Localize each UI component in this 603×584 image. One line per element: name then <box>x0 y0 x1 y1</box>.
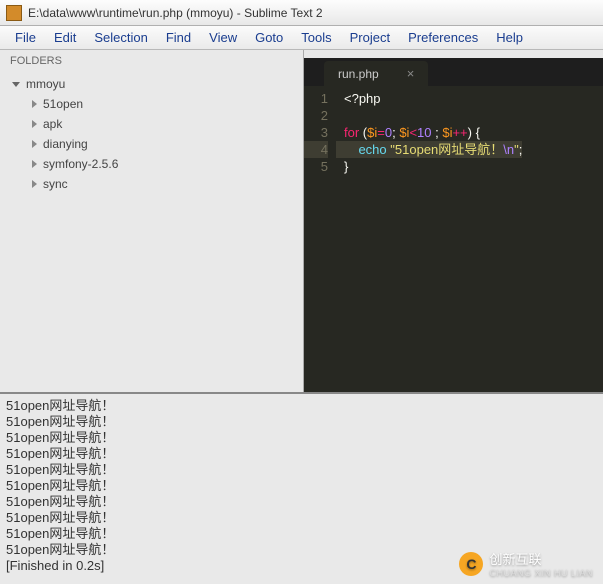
title-bar: E:\data\www\runtime\run.php (mmoyu) - Su… <box>0 0 603 26</box>
app-icon <box>6 5 22 21</box>
tree-label: symfony-2.5.6 <box>43 157 118 171</box>
chevron-right-icon <box>32 180 37 188</box>
code-area[interactable]: <?php for ($i=0; $i<10 ; $i++) { echo "5… <box>336 86 522 392</box>
chevron-right-icon <box>32 100 37 108</box>
menu-project[interactable]: Project <box>341 28 399 47</box>
menu-preferences[interactable]: Preferences <box>399 28 487 47</box>
watermark-logo-icon: C <box>459 552 483 576</box>
menu-edit[interactable]: Edit <box>45 28 85 47</box>
console-line: 51open网址导航！ <box>6 414 597 430</box>
tree-label: dianying <box>43 137 88 151</box>
tab-bar: run.php × <box>304 58 603 86</box>
code-token: for <box>344 125 359 140</box>
menu-tools[interactable]: Tools <box>292 28 340 47</box>
code-token: echo <box>358 142 386 157</box>
chevron-right-icon <box>32 120 37 128</box>
code-token: \n <box>503 142 514 157</box>
window-title: E:\data\www\runtime\run.php (mmoyu) - Su… <box>28 6 323 20</box>
code-token: "51open网址导航！ <box>390 142 503 157</box>
tree-label: sync <box>43 177 68 191</box>
console-line: 51open网址导航！ <box>6 446 597 462</box>
menu-help[interactable]: Help <box>487 28 532 47</box>
console-line: 51open网址导航！ <box>6 494 597 510</box>
main-area: FOLDERS mmoyu 51open apk dianying symfon… <box>0 50 603 394</box>
tree-label: 51open <box>43 97 83 111</box>
close-icon[interactable]: × <box>407 66 415 81</box>
code-token: 10 <box>417 125 431 140</box>
code-token: <?php <box>344 91 381 106</box>
tab-run-php[interactable]: run.php × <box>324 61 428 86</box>
menu-selection[interactable]: Selection <box>85 28 156 47</box>
console-line: 51open网址导航！ <box>6 398 597 414</box>
console-line: 51open网址导航！ <box>6 462 597 478</box>
tree-label: mmoyu <box>26 77 65 91</box>
tree-item[interactable]: 51open <box>0 94 303 114</box>
menu-bar: File Edit Selection Find View Goto Tools… <box>0 26 603 50</box>
tree-label: apk <box>43 117 62 131</box>
tree-item[interactable]: apk <box>0 114 303 134</box>
code-token: $i <box>367 125 377 140</box>
menu-file[interactable]: File <box>6 28 45 47</box>
line-number: 3 <box>304 124 328 141</box>
line-number: 5 <box>304 158 328 175</box>
line-number: 4 <box>304 141 328 158</box>
watermark: C 创新互联 CHUANG XIN HU LIAN <box>459 549 593 578</box>
sidebar: FOLDERS mmoyu 51open apk dianying symfon… <box>0 50 304 392</box>
tree-item[interactable]: symfony-2.5.6 <box>0 154 303 174</box>
tree-item[interactable]: sync <box>0 174 303 194</box>
console-line: 51open网址导航！ <box>6 430 597 446</box>
menu-goto[interactable]: Goto <box>246 28 292 47</box>
code-token: $i <box>399 125 409 140</box>
menu-find[interactable]: Find <box>157 28 200 47</box>
console-line: 51open网址导航！ <box>6 478 597 494</box>
code-token: 0 <box>385 125 392 140</box>
code-token: < <box>409 125 417 140</box>
code-token: $i <box>442 125 452 140</box>
line-number: 1 <box>304 90 328 107</box>
editor-pane: run.php × 1 2 3 4 5 <?php for ($i=0; $i<… <box>304 50 603 392</box>
tab-label: run.php <box>338 67 379 81</box>
sidebar-title: FOLDERS <box>0 50 303 72</box>
watermark-sub: CHUANG XIN HU LIAN <box>489 568 593 578</box>
code-editor[interactable]: 1 2 3 4 5 <?php for ($i=0; $i<10 ; $i++)… <box>304 86 603 392</box>
code-token: ++ <box>452 125 467 140</box>
line-number: 2 <box>304 107 328 124</box>
console-line: 51open网址导航！ <box>6 510 597 526</box>
chevron-down-icon <box>12 82 20 87</box>
tree-root[interactable]: mmoyu <box>0 74 303 94</box>
chevron-right-icon <box>32 140 37 148</box>
menu-view[interactable]: View <box>200 28 246 47</box>
tree-item[interactable]: dianying <box>0 134 303 154</box>
chevron-right-icon <box>32 160 37 168</box>
console-line: 51open网址导航！ <box>6 526 597 542</box>
folder-tree: mmoyu 51open apk dianying symfony-2.5.6 … <box>0 72 303 196</box>
watermark-brand: 创新互联 <box>489 549 593 568</box>
line-gutter: 1 2 3 4 5 <box>304 86 336 392</box>
